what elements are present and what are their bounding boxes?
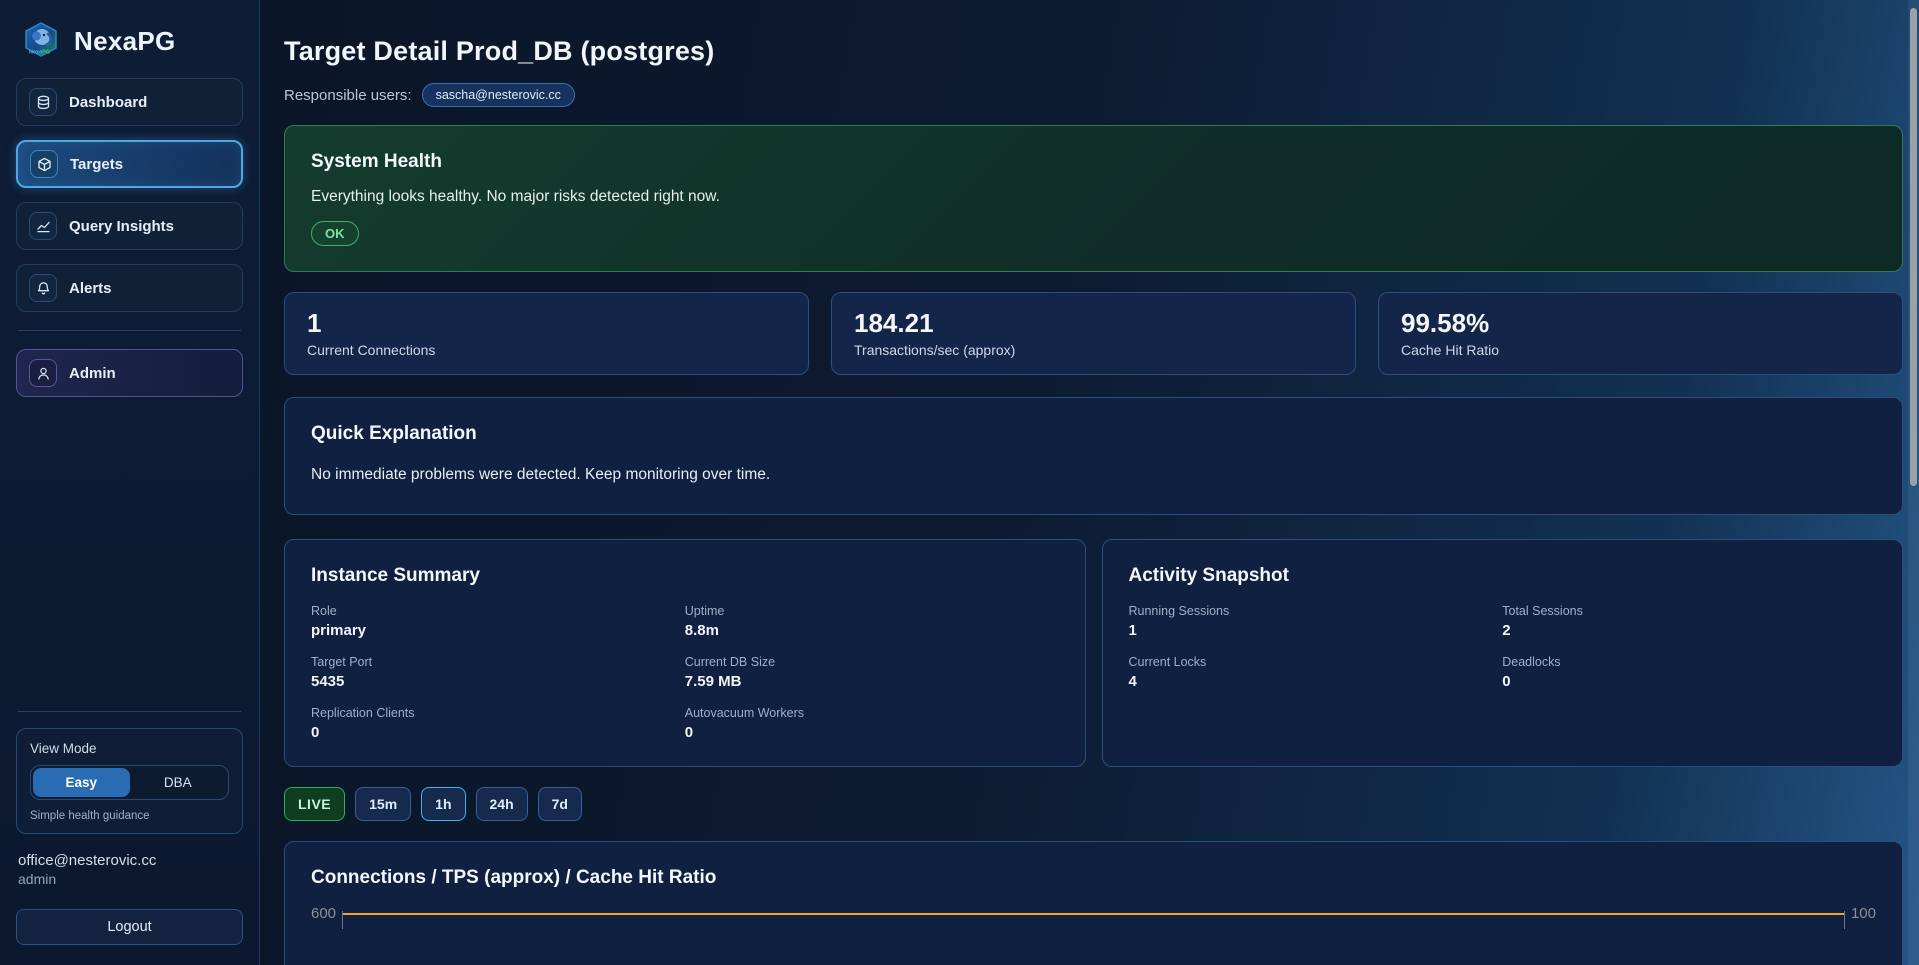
user-role: admin	[16, 869, 243, 887]
sidebar-divider	[18, 330, 241, 331]
stat-card-tps: 184.21 Transactions/sec (approx)	[831, 292, 1356, 375]
field-role: Role primary	[311, 604, 685, 639]
stat-card-connections: 1 Current Connections	[284, 292, 809, 375]
field-uptime: Uptime 8.8m	[685, 604, 1059, 639]
responsible-user-badge[interactable]: sascha@nesterovic.cc	[422, 83, 575, 107]
activity-snapshot-grid: Running Sessions 1 Total Sessions 2 Curr…	[1129, 604, 1877, 690]
nexapg-logo-icon: NexaPG	[20, 20, 62, 62]
quick-explanation-card: Quick Explanation No immediate problems …	[284, 397, 1903, 515]
scrollbar[interactable]	[1908, 0, 1919, 965]
chart-plot	[342, 913, 1845, 965]
sidebar-item-query-insights[interactable]: Query Insights	[16, 202, 243, 250]
main-content: Target Detail Prod_DB (postgres) Respons…	[260, 0, 1919, 965]
stats-row: 1 Current Connections 184.21 Transaction…	[284, 292, 1903, 375]
stat-label: Current Connections	[307, 342, 786, 358]
range-1h-button[interactable]: 1h	[421, 787, 465, 821]
instance-summary-card: Instance Summary Role primary Uptime 8.8…	[284, 539, 1086, 767]
field-deadlocks: Deadlocks 0	[1502, 655, 1876, 690]
chart-card: Connections / TPS (approx) / Cache Hit R…	[284, 841, 1903, 965]
view-mode-panel: View Mode Easy DBA Simple health guidanc…	[16, 728, 243, 834]
user-icon	[29, 359, 57, 387]
view-mode-easy-button[interactable]: Easy	[33, 768, 130, 797]
instance-summary-title: Instance Summary	[311, 565, 1059, 587]
user-email: office@nesterovic.cc	[16, 852, 243, 869]
sidebar-item-targets[interactable]: Targets	[16, 140, 243, 188]
app-title: NexaPG	[74, 26, 176, 57]
stat-label: Transactions/sec (approx)	[854, 342, 1333, 358]
chart-line-icon	[29, 212, 57, 240]
sidebar-spacer	[16, 411, 243, 711]
sidebar-item-label: Query Insights	[69, 218, 174, 235]
field-running-sessions: Running Sessions 1	[1129, 604, 1503, 639]
summary-row: Instance Summary Role primary Uptime 8.8…	[284, 539, 1903, 767]
sidebar-divider	[18, 711, 241, 712]
field-replication-clients: Replication Clients 0	[311, 706, 685, 741]
chart-title: Connections / TPS (approx) / Cache Hit R…	[311, 867, 1876, 889]
field-current-locks: Current Locks 4	[1129, 655, 1503, 690]
logout-button[interactable]: Logout	[16, 909, 243, 945]
field-db-size: Current DB Size 7.59 MB	[685, 655, 1059, 690]
chart-area: 600 100	[311, 913, 1876, 965]
stat-value: 1	[307, 308, 786, 338]
page-title: Target Detail Prod_DB (postgres)	[284, 36, 1903, 67]
left-axis-tick	[342, 911, 343, 929]
responsible-users-row: Responsible users: sascha@nesterovic.cc	[284, 83, 1903, 107]
right-axis-tick	[1844, 911, 1845, 929]
sidebar-item-label: Targets	[70, 156, 123, 173]
sidebar: NexaPG NexaPG Dashboard T	[0, 0, 260, 965]
stat-label: Cache Hit Ratio	[1401, 342, 1880, 358]
bell-icon	[29, 274, 57, 302]
app-root: NexaPG NexaPG Dashboard T	[0, 0, 1919, 965]
time-range-bar: LIVE 15m 1h 24h 7d	[284, 787, 1903, 821]
stat-value: 184.21	[854, 308, 1333, 338]
left-axis-max-label: 600	[311, 906, 336, 921]
view-mode-toggle: Easy DBA	[30, 765, 229, 800]
range-7d-button[interactable]: 7d	[538, 787, 582, 821]
view-mode-caption: Simple health guidance	[30, 810, 229, 822]
status-badge: OK	[311, 221, 359, 246]
responsible-users-label: Responsible users:	[284, 87, 412, 104]
live-button[interactable]: LIVE	[284, 787, 345, 821]
system-health-title: System Health	[311, 151, 1876, 173]
field-target-port: Target Port 5435	[311, 655, 685, 690]
field-total-sessions: Total Sessions 2	[1502, 604, 1876, 639]
sidebar-item-label: Admin	[69, 365, 116, 382]
right-axis-max-label: 100	[1851, 906, 1876, 921]
sidebar-item-label: Dashboard	[69, 94, 147, 111]
system-health-card: System Health Everything looks healthy. …	[284, 125, 1903, 272]
instance-summary-grid: Role primary Uptime 8.8m Target Port 543…	[311, 604, 1059, 741]
cube-icon	[30, 150, 58, 178]
stat-value: 99.58%	[1401, 308, 1880, 338]
database-icon	[29, 88, 57, 116]
sidebar-item-alerts[interactable]: Alerts	[16, 264, 243, 312]
activity-snapshot-title: Activity Snapshot	[1129, 565, 1877, 587]
sidebar-item-label: Alerts	[69, 280, 112, 297]
range-24h-button[interactable]: 24h	[476, 787, 528, 821]
scrollbar-thumb[interactable]	[1910, 8, 1917, 486]
brand: NexaPG NexaPG	[16, 18, 243, 78]
system-health-message: Everything looks healthy. No major risks…	[311, 188, 1876, 206]
view-mode-dba-button[interactable]: DBA	[130, 768, 227, 797]
view-mode-label: View Mode	[30, 741, 229, 756]
quick-explanation-title: Quick Explanation	[311, 423, 1876, 445]
stat-card-cache-hit: 99.58% Cache Hit Ratio	[1378, 292, 1903, 375]
sidebar-item-dashboard[interactable]: Dashboard	[16, 78, 243, 126]
svg-text:NexaPG: NexaPG	[29, 50, 50, 56]
field-autovacuum-workers: Autovacuum Workers 0	[685, 706, 1059, 741]
range-15m-button[interactable]: 15m	[355, 787, 411, 821]
quick-explanation-message: No immediate problems were detected. Kee…	[311, 466, 1876, 484]
activity-snapshot-card: Activity Snapshot Running Sessions 1 Tot…	[1102, 539, 1904, 767]
sidebar-item-admin[interactable]: Admin	[16, 349, 243, 397]
